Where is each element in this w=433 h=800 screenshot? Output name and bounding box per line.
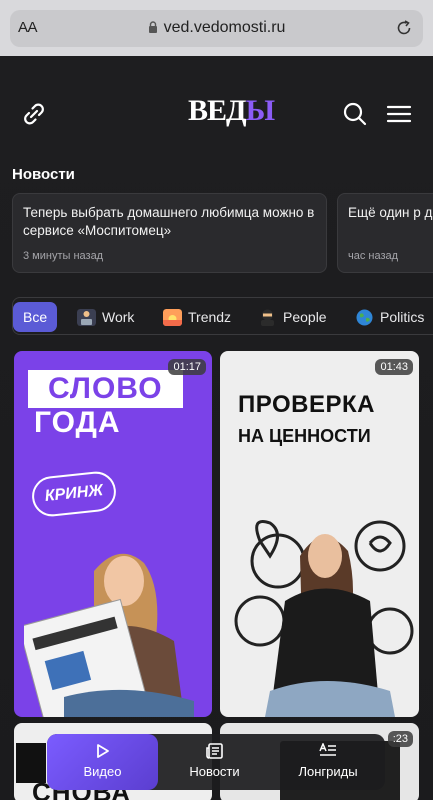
tile-headline-secondary: ГОДА (34, 406, 121, 439)
tab-news[interactable]: Новости (158, 734, 271, 790)
link-icon[interactable] (20, 100, 48, 128)
tab-label: Видео (83, 764, 122, 779)
logo-text-main: ВЕД (188, 94, 247, 127)
person-illustration (24, 553, 194, 717)
sunset-icon (163, 308, 182, 326)
newspaper-icon (205, 743, 223, 759)
site-content: ВЕДЫ Новости Теперь выбрать домашнего лю… (0, 56, 433, 800)
tile-headline-secondary: НА ЦЕННОСТИ (238, 426, 371, 446)
video-tile[interactable]: СЛОВО ГОДА КРИНЖ 01:17 (14, 351, 212, 717)
url-display: ved.vedomosti.ru (10, 19, 423, 37)
play-icon (96, 744, 109, 758)
filter-chip-trendz[interactable]: Trendz (163, 302, 231, 332)
video-grid: СЛОВО ГОДА КРИНЖ 01:17 ПРОВЕРКА НА ЦЕННО… (0, 351, 433, 800)
video-duration: 01:43 (375, 359, 413, 375)
news-card-time: 3 минуты назад (23, 250, 104, 262)
news-card[interactable]: Ещё один р доступен на час назад (337, 193, 433, 273)
news-card-title: Ещё один р доступен на (348, 205, 433, 220)
news-heading: Новости (12, 166, 75, 183)
reload-icon[interactable] (395, 19, 413, 37)
filter-chip-label: Work (102, 309, 135, 325)
video-duration: :23 (387, 731, 413, 747)
bottom-tab-bar: Видео Новости Лонгриды (47, 734, 385, 790)
tile-headline: ПРОВЕРКА (238, 391, 375, 418)
logo-text-accent: Ы (245, 94, 275, 127)
ninja-icon (261, 309, 274, 326)
filter-chip-label: Trendz (188, 309, 232, 325)
news-card-title: Теперь выбрать домашнего любимца можно в… (23, 205, 315, 238)
news-card[interactable]: Теперь выбрать домашнего любимца можно в… (12, 193, 327, 273)
filter-chip-all[interactable]: Все (13, 302, 58, 332)
news-card-time: час назад (348, 250, 399, 262)
tab-video[interactable]: Видео (47, 734, 158, 790)
site-header: ВЕДЫ (0, 56, 433, 166)
menu-icon[interactable] (386, 102, 412, 126)
lock-icon (148, 21, 157, 33)
filter-chip-politics[interactable]: Politics (355, 302, 424, 332)
person-illustration (234, 520, 414, 717)
filter-chip-label: Politics (380, 309, 425, 325)
filter-chip-people[interactable]: People (258, 302, 327, 332)
globe-icon (356, 309, 373, 325)
tab-label: Новости (189, 764, 240, 779)
filter-chip-work[interactable]: Work (77, 302, 134, 332)
news-carousel[interactable]: Теперь выбрать домашнего любимца можно в… (12, 193, 433, 273)
search-icon[interactable] (342, 101, 368, 127)
filter-chip-label: Все (23, 309, 48, 325)
tab-label: Лонгриды (298, 764, 358, 779)
url-text: ved.vedomosti.ru (163, 19, 286, 36)
url-field[interactable]: AA ved.vedomosti.ru (10, 10, 423, 47)
text-lines-icon (319, 743, 336, 756)
browser-address-bar: AA ved.vedomosti.ru (0, 0, 433, 56)
video-tile[interactable]: ПРОВЕРКА НА ЦЕННОСТИ 01:43 (220, 351, 419, 717)
category-filters: Все Work Trendz People Politics (12, 297, 433, 335)
tab-longreads[interactable]: Лонгриды (271, 734, 385, 790)
tile-headline: СЛОВО (28, 370, 183, 408)
laptop-person-icon (77, 308, 96, 326)
video-duration: 01:17 (168, 359, 206, 375)
filter-chip-label: People (283, 309, 327, 325)
site-logo[interactable]: ВЕДЫ (188, 94, 275, 128)
